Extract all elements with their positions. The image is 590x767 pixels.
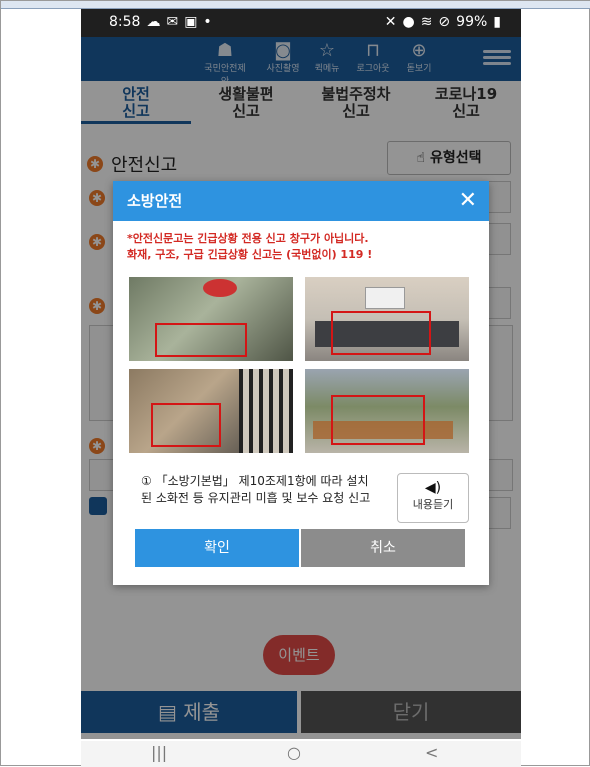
screenshot-frame: 8:58 ☁ ✉ ▣ • ✕ ● ≋ ⊘ 99% ▮ ☗국민안전제안 ◙사진촬영	[0, 0, 590, 767]
example-photo	[129, 369, 293, 453]
report-description: ① 「소방기본법」 제10조제1항에 따라 설치된 소화전 등 유지관리 미흡 …	[141, 474, 371, 505]
highlight-box	[331, 395, 425, 445]
example-photos	[129, 277, 469, 453]
speaker-icon: ◀)	[424, 480, 442, 496]
cloud-icon: ☁	[146, 14, 161, 30]
home-icon[interactable]: ○	[287, 743, 301, 762]
mail-icon: ✉	[166, 14, 179, 30]
recent-apps-icon[interactable]: |||	[151, 743, 167, 762]
battery-icon: ▮	[493, 14, 501, 30]
panel-shape	[365, 287, 405, 309]
cancel-button[interactable]: 취소	[301, 529, 465, 567]
fire-safety-modal: 소방안전 ✕ *안전신문고는 긴급상황 전용 신고 창구가 아닙니다. 화재, …	[113, 181, 489, 585]
close-icon[interactable]: ✕	[459, 181, 477, 221]
highlight-box	[331, 311, 431, 355]
emergency-notice: *안전신문고는 긴급상황 전용 신고 창구가 아닙니다. 화재, 구조, 구급 …	[127, 232, 373, 261]
android-nav-bar: ||| ○ <	[81, 741, 521, 767]
image-icon: ▣	[184, 14, 198, 30]
back-icon[interactable]: <	[425, 743, 438, 762]
confirm-button[interactable]: 확인	[135, 529, 299, 567]
example-photo	[305, 369, 469, 453]
wifi-icon: ≋	[420, 14, 433, 30]
modal-title: 소방안전	[127, 192, 183, 210]
modal-header: 소방안전 ✕	[113, 181, 489, 221]
status-bar: 8:58 ☁ ✉ ▣ • ✕ ● ≋ ⊘ 99% ▮	[81, 9, 521, 37]
railing-shape	[239, 369, 293, 453]
phone-screen: 8:58 ☁ ✉ ▣ • ✕ ● ≋ ⊘ 99% ▮ ☗국민안전제안 ◙사진촬영	[81, 9, 521, 767]
status-time: 8:58	[109, 14, 141, 30]
highlight-box	[151, 403, 221, 447]
highlight-box	[155, 323, 247, 357]
mute-icon: ✕	[384, 14, 397, 30]
example-photo	[305, 277, 469, 361]
location-icon: ●	[402, 14, 415, 30]
sign-shape	[203, 279, 237, 297]
listen-button[interactable]: ◀) 내용듣기	[397, 473, 469, 523]
browser-top-strip	[1, 1, 590, 9]
dnd-icon: ⊘	[438, 14, 451, 30]
battery-level: 99%	[456, 14, 488, 30]
dot-icon: •	[203, 14, 212, 30]
example-photo	[129, 277, 293, 361]
